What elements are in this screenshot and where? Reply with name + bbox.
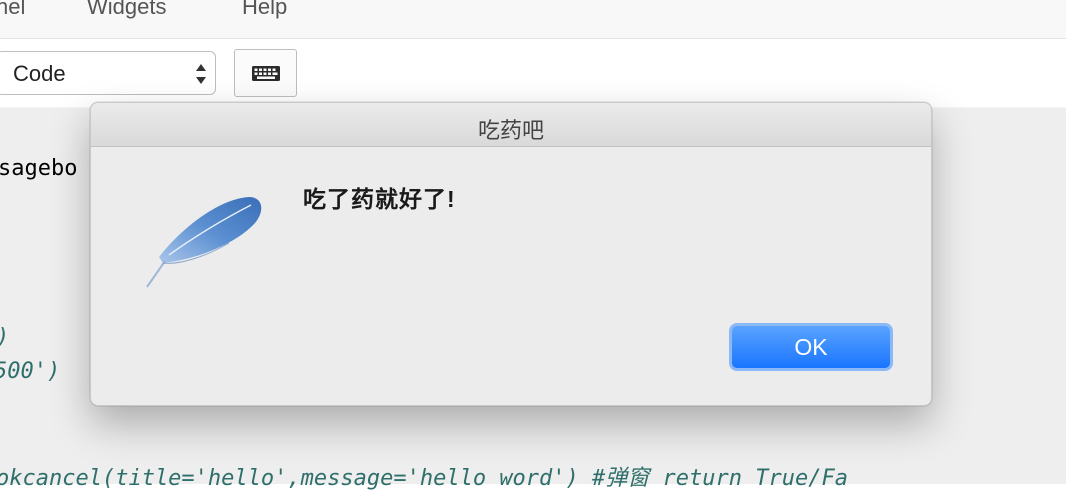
code-line: okcancel(title='hello',message='hello wo… bbox=[0, 466, 848, 491]
dialog-titlebar[interactable]: 吃药吧 bbox=[91, 103, 931, 147]
menubar: nel Widgets Help bbox=[0, 0, 1066, 39]
dialog-message: 吃了药就好了! bbox=[303, 186, 456, 212]
feather-icon bbox=[146, 197, 262, 288]
cell-type-select[interactable]: Code bbox=[0, 51, 216, 95]
toolbar: Code bbox=[0, 39, 1066, 107]
code-line: 500') bbox=[0, 359, 61, 384]
cell-type-value: Code bbox=[13, 61, 66, 86]
code-line: sagebo bbox=[0, 156, 78, 181]
keyboard-shortcuts-button[interactable] bbox=[234, 49, 297, 97]
menu-item-kernel[interactable]: nel bbox=[0, 0, 25, 20]
select-arrows-icon bbox=[196, 64, 206, 84]
menu-item-help[interactable]: Help bbox=[242, 0, 287, 20]
ok-button[interactable]: OK bbox=[729, 323, 893, 371]
dialog-title: 吃药吧 bbox=[477, 118, 544, 143]
keyboard-icon bbox=[252, 66, 280, 81]
message-dialog: 吃药吧 吃了药就好了! OK bbox=[90, 102, 932, 406]
menu-item-widgets[interactable]: Widgets bbox=[87, 0, 166, 20]
code-line: ) bbox=[0, 325, 9, 350]
